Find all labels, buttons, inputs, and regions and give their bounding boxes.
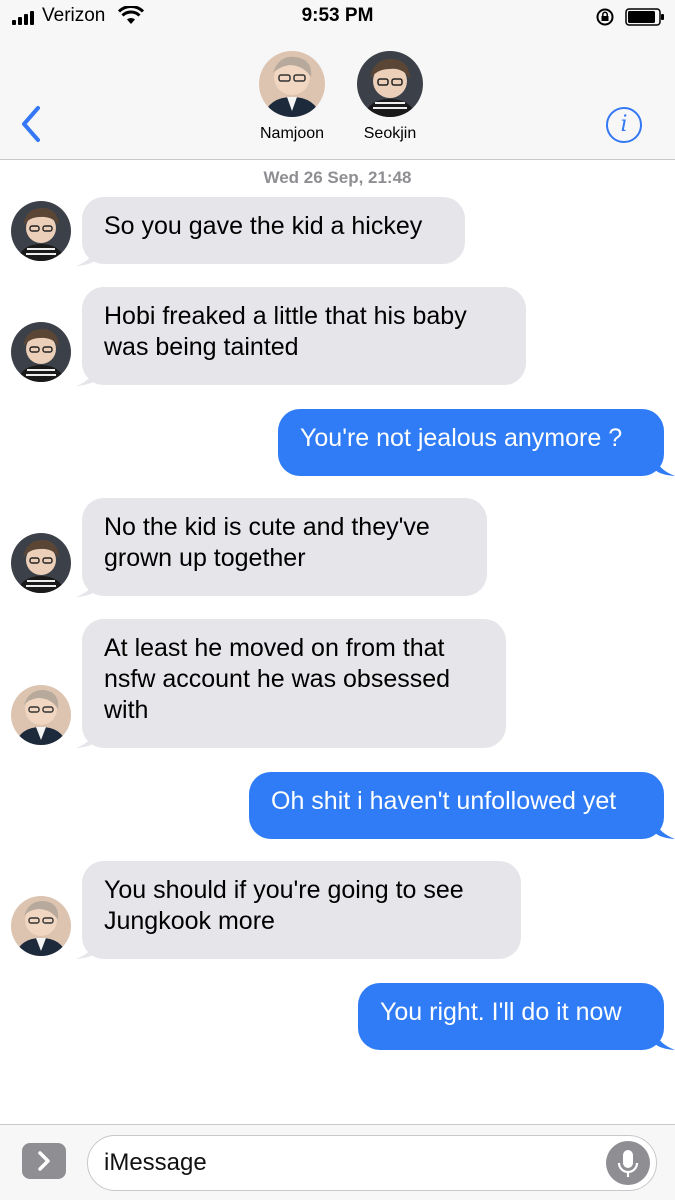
message-bubble-incoming[interactable]: No the kid is cute and they've grown up … [82,498,487,596]
avatar-photo [11,201,71,261]
message-input-bar: iMessage [0,1124,675,1200]
message-line: Oh shit i haven't unfollowed yet [271,787,617,815]
avatar-photo [11,322,71,382]
message-line: was being tainted [104,333,299,361]
info-glyph: i [620,112,628,137]
status-bar: Verizon 9:53 PM [0,0,675,34]
battery-icon [625,8,664,26]
conversation-timestamp: Wed 26 Sep, 21:48 [263,168,412,187]
message-bubble-outgoing[interactable]: You're not jealous anymore ? [278,409,664,476]
message-line: nsfw account he was obsessed [104,665,451,693]
message-line: Hobi freaked a little that his baby [104,302,467,330]
message-bubble-outgoing[interactable]: You right. I'll do it now [358,983,664,1050]
avatar-photo [11,896,71,956]
avatar-photo [11,533,71,593]
message-bubble-outgoing[interactable]: Oh shit i haven't unfollowed yet [249,772,664,839]
message-line: No the kid is cute and they've [104,513,430,541]
message-line: You right. I'll do it now [380,998,622,1026]
message-line: with [104,696,149,724]
message-bubble-incoming[interactable]: So you gave the kid a hickey [82,197,465,264]
message-line: At least he moved on from that [104,634,445,662]
chevron-right-icon [38,1151,50,1171]
message-line: You're not jealous anymore ? [300,424,623,452]
microphone-icon [617,1150,639,1177]
message-line: grown up together [104,544,306,572]
avatar-photo [357,51,423,117]
conversation-header: Namjoon Seokjin i [0,34,675,160]
microphone-button[interactable] [606,1141,650,1185]
avatar-photo [11,685,71,745]
contact-namjoon[interactable]: Namjoon [252,51,332,143]
message-bubble-incoming[interactable]: Hobi freaked a little that his baby was … [82,287,526,385]
contact-seokjin[interactable]: Seokjin [350,51,430,143]
message-input-placeholder: iMessage [104,1149,207,1176]
message-line: So you gave the kid a hickey [104,212,423,240]
status-time: 9:53 PM [301,5,374,26]
rotation-lock-icon [596,8,614,26]
message-bubble-incoming[interactable]: You should if you're going to see Jungko… [82,861,521,959]
message-line: Jungkook more [104,907,275,935]
info-icon[interactable]: i [606,107,642,143]
apps-button[interactable] [22,1143,66,1179]
contact-name: Seokjin [363,125,417,142]
message-input[interactable]: iMessage [87,1135,657,1191]
message-line: You should if you're going to see [104,876,464,904]
contact-name: Namjoon [259,125,325,142]
avatar-photo [259,51,325,117]
chevron-left-icon[interactable] [16,104,46,144]
message-bubble-incoming[interactable]: At least he moved on from that nsfw acco… [82,619,506,748]
